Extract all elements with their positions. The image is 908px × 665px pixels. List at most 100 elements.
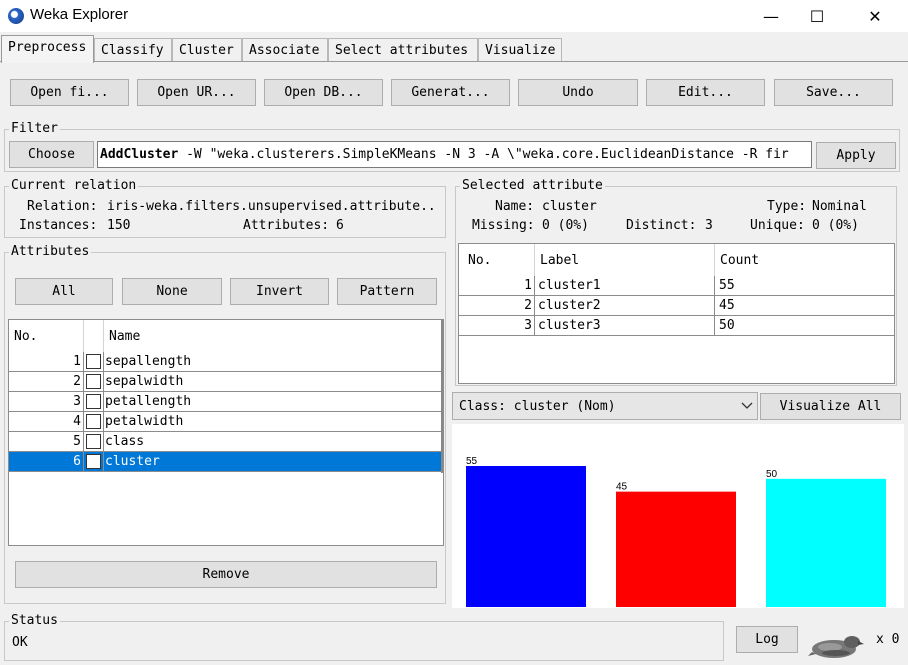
edit-button[interactable]: Edit... [646, 79, 765, 106]
attribute-row-3[interactable]: 3 petallength [9, 392, 441, 412]
save-button[interactable]: Save... [774, 79, 893, 106]
attribute-no: 6 [9, 452, 84, 471]
undo-button[interactable]: Undo [518, 79, 638, 106]
attribute-checkbox[interactable] [84, 412, 104, 431]
label-count: 45 [719, 298, 735, 313]
attribute-name: sepallength [105, 354, 192, 369]
label-col-no-header[interactable]: No. [459, 244, 535, 276]
status-task-count: x 0 [876, 632, 900, 647]
tab-classify[interactable]: Classify [94, 38, 172, 62]
attribute-checkbox[interactable] [84, 432, 104, 451]
label-name: cluster1 [535, 276, 715, 295]
attribute-name: class [105, 434, 145, 449]
open-file-button[interactable]: Open fi... [10, 79, 129, 106]
attribute-checkbox[interactable] [84, 352, 104, 371]
checkbox-icon[interactable] [86, 414, 101, 429]
sel-type-value: Nominal [812, 199, 867, 214]
maximize-icon[interactable]: ☐ [794, 0, 840, 32]
select-all-button[interactable]: All [15, 278, 113, 305]
bar-cluster3 [766, 478, 886, 607]
bar-cluster1 [466, 466, 586, 607]
sel-name-label: Name: [495, 199, 535, 214]
selected-attribute-legend: Selected attribute [460, 178, 605, 193]
attributes-count-label: Attributes: [243, 218, 330, 233]
sel-unique-value: 0 (0%) [812, 218, 859, 233]
filter-text-field[interactable]: AddCluster -W "weka.clusterers.SimpleKMe… [97, 141, 812, 168]
attribute-row-2[interactable]: 2 sepalwidth [9, 372, 441, 392]
generate-button[interactable]: Generat... [391, 79, 510, 106]
tab-cluster[interactable]: Cluster [172, 38, 242, 62]
attribute-no: 3 [9, 392, 84, 411]
col-check-header[interactable] [84, 320, 104, 352]
class-select-value: Class: cluster (Nom) [459, 398, 616, 414]
label-row-1[interactable]: 1 cluster1 55 [459, 276, 894, 296]
tab-visualize[interactable]: Visualize [478, 38, 562, 62]
checkbox-icon[interactable] [86, 454, 101, 469]
apply-filter-button[interactable]: Apply [816, 142, 896, 169]
label-no: 2 [459, 296, 535, 315]
filter-options: -W "weka.clusterers.SimpleKMeans -N 3 -A… [178, 147, 789, 162]
remove-attributes-button[interactable]: Remove [15, 561, 437, 588]
pattern-button[interactable]: Pattern [337, 278, 437, 305]
col-no-header[interactable]: No. [9, 320, 84, 352]
filter-legend: Filter [9, 121, 60, 136]
title-bar: Weka Explorer — ☐ ✕ [0, 0, 908, 32]
labels-table: No. Label Count 1 cluster1 55 2 cluster2… [458, 243, 895, 384]
visualize-all-button[interactable]: Visualize All [760, 393, 901, 420]
tab-preprocess[interactable]: Preprocess [1, 35, 94, 63]
invert-selection-button[interactable]: Invert [230, 278, 329, 305]
attribute-name: cluster [105, 454, 160, 469]
bar-value-label-cluster3: 50 [766, 469, 778, 480]
close-icon[interactable]: ✕ [852, 0, 898, 32]
select-none-button[interactable]: None [122, 278, 222, 305]
minimize-icon[interactable]: — [748, 0, 794, 32]
attribute-name: sepalwidth [105, 374, 184, 389]
choose-filter-button[interactable]: Choose [9, 141, 94, 168]
open-url-button[interactable]: Open UR... [137, 79, 256, 106]
checkbox-icon[interactable] [86, 374, 101, 389]
sel-missing-label: Missing: [472, 218, 535, 233]
checkbox-icon[interactable] [86, 394, 101, 409]
chevron-down-icon [741, 402, 753, 409]
attribute-row-5[interactable]: 5 class [9, 432, 441, 452]
tab-divider [0, 61, 908, 62]
label-row-2[interactable]: 2 cluster2 45 [459, 296, 894, 316]
attribute-checkbox[interactable] [84, 372, 104, 391]
attribute-checkbox[interactable] [84, 392, 104, 411]
attribute-checkbox[interactable] [84, 452, 104, 471]
relation-label: Relation: [27, 199, 98, 214]
attribute-name: petallength [105, 394, 192, 409]
relation-value: iris-weka.filters.unsupervised.attribute… [107, 199, 436, 214]
label-col-count-header[interactable]: Count [715, 244, 894, 276]
log-button[interactable]: Log [736, 626, 798, 653]
open-db-button[interactable]: Open DB... [264, 79, 383, 106]
label-name: cluster2 [535, 296, 715, 315]
bar-value-label-cluster1: 55 [466, 456, 478, 467]
checkbox-icon[interactable] [86, 354, 101, 369]
class-select[interactable]: Class: cluster (Nom) [452, 392, 758, 420]
label-count: 50 [719, 318, 735, 333]
weka-bird-icon [808, 636, 864, 658]
attributes-table: No. Name 1 sepallength 2 sepalwidth 3 pe… [8, 319, 444, 546]
sel-unique-label: Unique: [750, 218, 805, 233]
attribute-row-4[interactable]: 4 petalwidth [9, 412, 441, 432]
label-name: cluster3 [535, 316, 715, 335]
label-col-label-header[interactable]: Label [535, 244, 715, 276]
tab-associate[interactable]: Associate [242, 38, 328, 62]
status-group: Status [4, 613, 724, 661]
attribute-row-6[interactable]: 6 cluster [9, 452, 441, 472]
bar-cluster2 [616, 491, 736, 607]
checkbox-icon[interactable] [86, 434, 101, 449]
status-legend: Status [9, 613, 60, 628]
attribute-name: petalwidth [105, 414, 184, 429]
attribute-no: 1 [9, 352, 84, 371]
label-no: 1 [459, 276, 535, 295]
attributes-table-scroll-edge [441, 320, 443, 473]
attribute-row-1[interactable]: 1 sepallength [9, 352, 441, 372]
attributes-legend: Attributes [9, 244, 92, 259]
label-row-3[interactable]: 3 cluster3 50 [459, 316, 894, 336]
class-distribution-chart: 55 45 50 [452, 424, 904, 608]
col-name-header[interactable]: Name [104, 320, 441, 352]
tab-select-attributes[interactable]: Select attributes [328, 38, 478, 62]
sel-missing-value: 0 (0%) [542, 218, 589, 233]
